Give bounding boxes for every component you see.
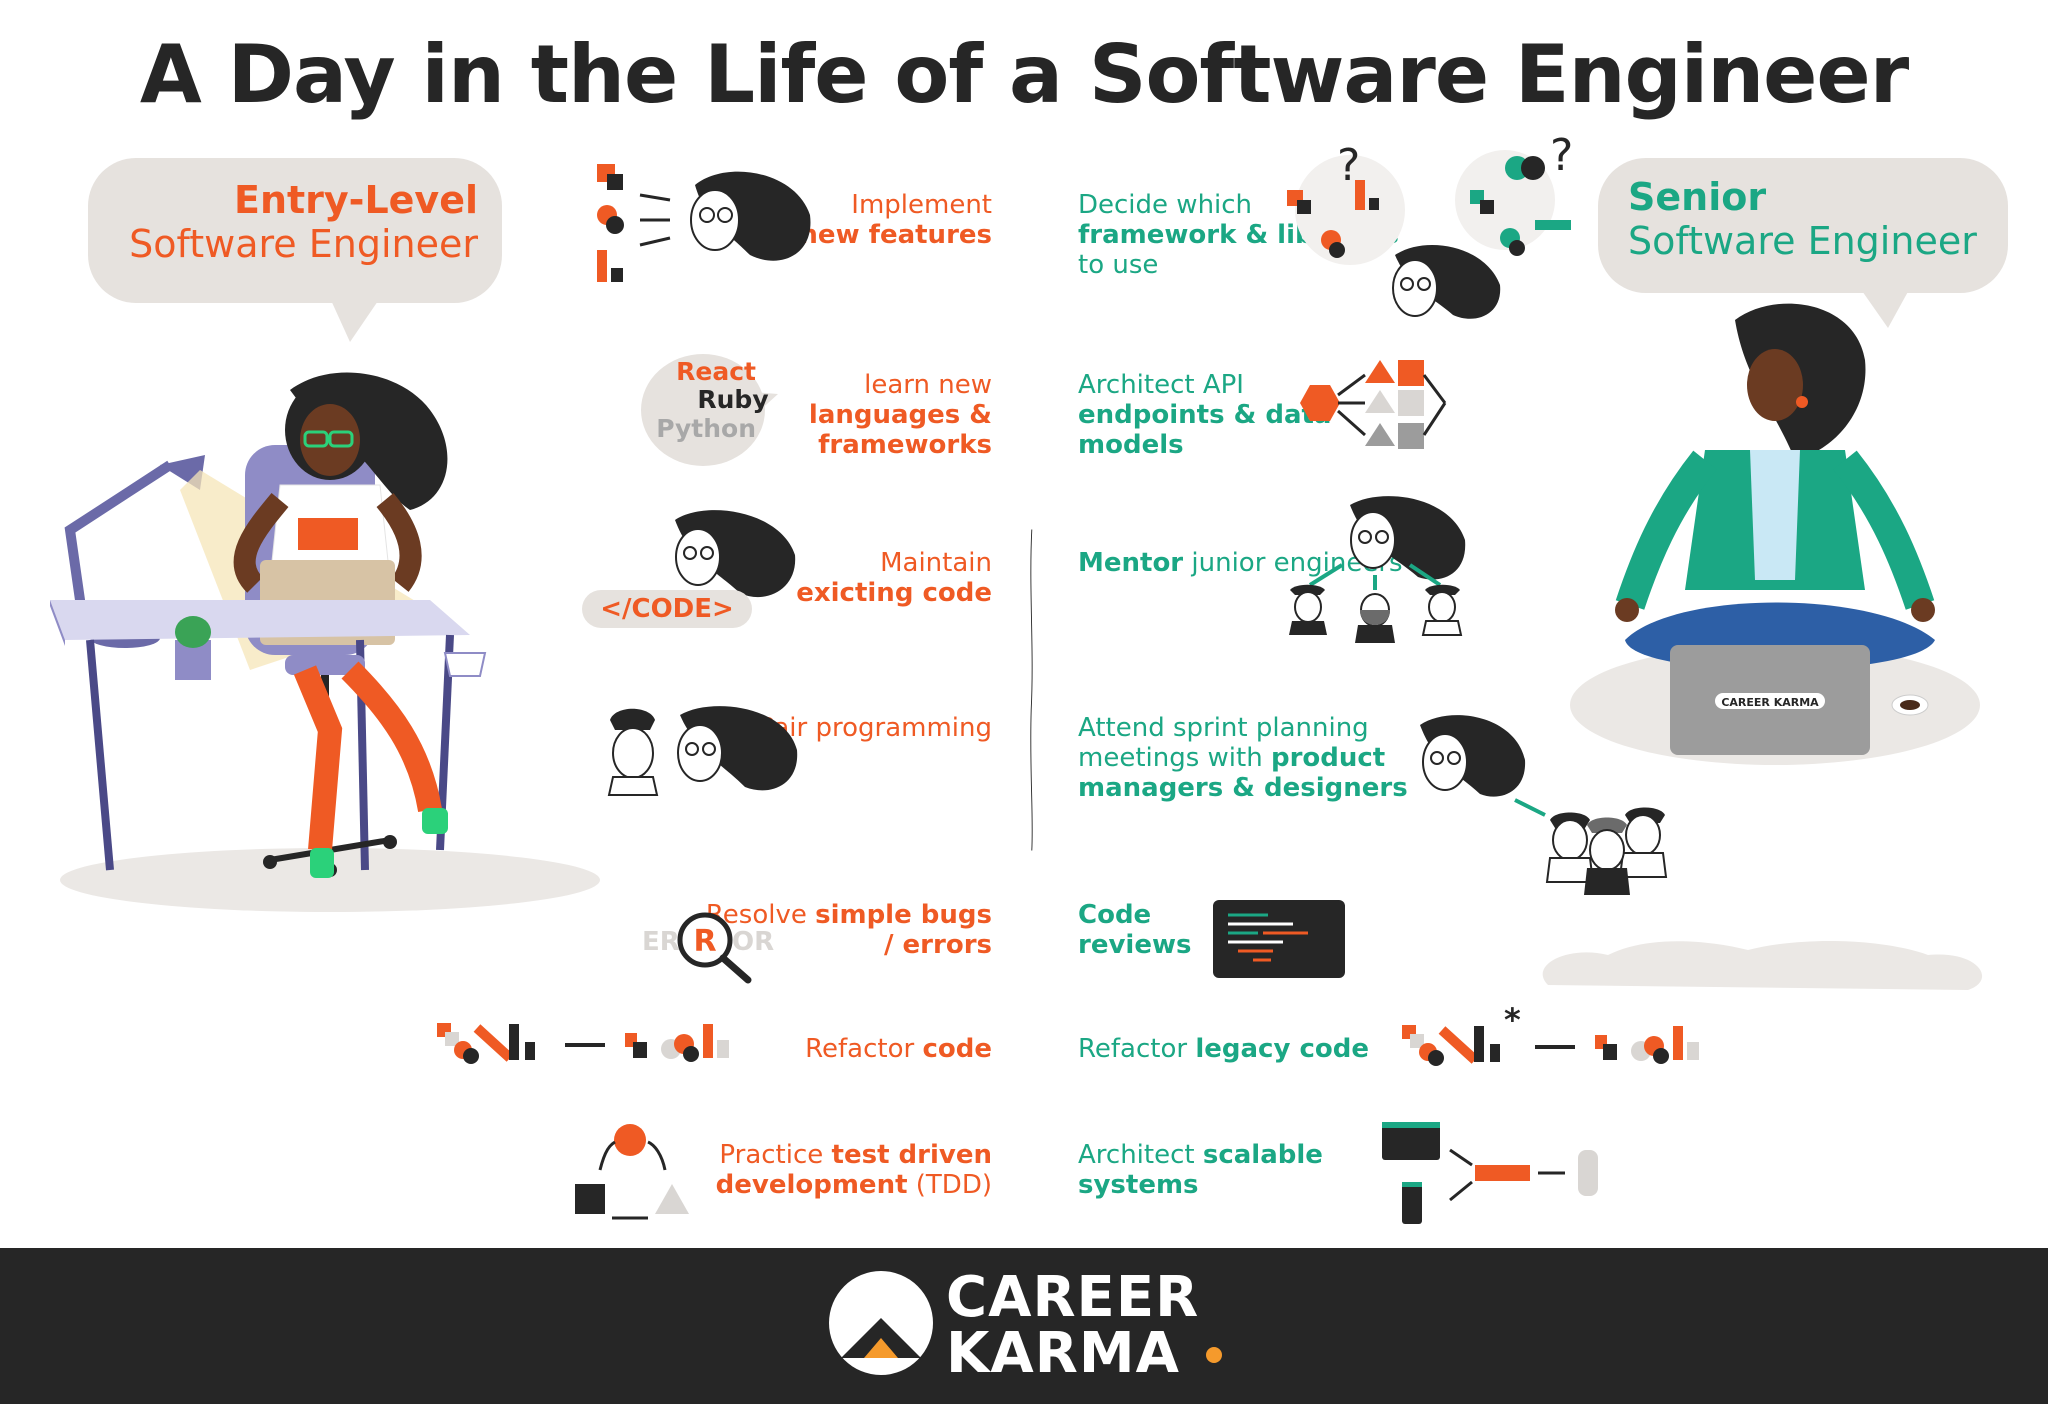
task-text-bold: Code reviews: [1078, 900, 1192, 960]
maintain-code-icon: </CODE>: [582, 510, 796, 628]
senior-task-refactor-legacy: Refactor legacy code: [1078, 1034, 1418, 1064]
entry-role-label: Software Engineer: [129, 222, 478, 266]
task-text-plain: Maintain: [880, 548, 992, 578]
senior-task-sprint-planning: Attend sprint planning meetings with pro…: [1078, 713, 1418, 803]
bubble-word-python: Python: [656, 414, 756, 443]
decide-framework-icon: ? ?: [1287, 130, 1573, 319]
task-text-plain: Implement: [851, 190, 992, 220]
entry-engineer-desk-illustration: CAREER KARMA: [50, 372, 600, 912]
task-text-bold: Mentor: [1078, 548, 1184, 578]
error-letter-r: R: [693, 924, 716, 959]
pair-programming-icon: [607, 706, 798, 796]
task-text-plain: Decide which: [1078, 190, 1253, 220]
career-karma-logo-icon: [829, 1271, 933, 1375]
error-letters-right: OR: [732, 927, 774, 957]
task-text-plain: Practice: [719, 1140, 824, 1170]
tdd-cycle-icon: [575, 1124, 689, 1220]
senior-role-label: Software Engineer: [1628, 219, 1977, 263]
task-text-plain: learn new: [864, 370, 992, 400]
footer-brand-line2: KARMA: [946, 1321, 1180, 1386]
entry-level-label: Entry-Level: [233, 178, 478, 222]
asterisk-icon: *: [1504, 1001, 1521, 1039]
footer-brand-dot: [1206, 1347, 1222, 1363]
code-review-screen-icon: [1213, 900, 1345, 978]
bubble-word-react: React: [676, 357, 756, 386]
sprint-meeting-icon: [1420, 715, 1668, 895]
task-text-plain: Architect: [1078, 1140, 1195, 1170]
features-icon: [597, 164, 811, 282]
entry-level-heading: Entry-Level Software Engineer: [129, 178, 478, 266]
task-text-bold: legacy code: [1195, 1034, 1369, 1064]
center-divider: [1030, 529, 1033, 851]
task-text-bold: languages & frameworks: [808, 400, 992, 460]
refactor-blocks-icon: [437, 1023, 729, 1064]
mentor-icon: [1289, 496, 1466, 643]
footer-brand-line1: CAREER: [946, 1265, 1200, 1330]
question-mark-icon: ?: [1550, 130, 1573, 181]
task-text-bold: exicting code: [796, 578, 992, 608]
cloud-shape: [1542, 940, 1983, 990]
magnifier-error-icon: ER R OR: [642, 912, 774, 984]
task-text-plain: Architect API: [1078, 370, 1244, 400]
task-text-bold: new features: [799, 220, 992, 250]
senior-level-label: Senior: [1628, 175, 1767, 219]
svg-text:CAREER KARMA: CAREER KARMA: [1721, 696, 1819, 709]
task-text-suffix: to use: [1078, 250, 1159, 280]
scalable-systems-icon: [1382, 1122, 1598, 1224]
page-title: A Day in the Life of a Software Engineer: [139, 28, 1909, 121]
senior-task-architect-scalable: Architect scalable systems: [1078, 1140, 1418, 1200]
entry-task-practice-tdd: Practice test driven development (TDD): [652, 1140, 992, 1200]
refactor-legacy-blocks-icon: *: [1402, 1001, 1699, 1066]
task-text-plain: Refactor: [805, 1034, 915, 1064]
task-text-bold: code: [922, 1034, 992, 1064]
api-network-icon: [1300, 360, 1447, 449]
task-text-suffix: (TDD): [915, 1170, 992, 1200]
error-letters-left: ER: [642, 927, 680, 957]
languages-speech-bubble: React Ruby Python: [641, 354, 778, 466]
senior-heading: Senior Software Engineer: [1628, 175, 1977, 263]
footer-brand: CAREER KARMA: [946, 1270, 1199, 1382]
entry-bubble-tail: [330, 298, 380, 342]
task-text-bold: simple bugs / errors: [815, 900, 992, 960]
code-tag-label: </CODE>: [600, 594, 734, 624]
bubble-word-ruby: Ruby: [697, 385, 768, 414]
senior-engineer-meditation-illustration: CAREER KARMA: [1570, 303, 1980, 765]
task-text-plain: Refactor: [1078, 1034, 1188, 1064]
